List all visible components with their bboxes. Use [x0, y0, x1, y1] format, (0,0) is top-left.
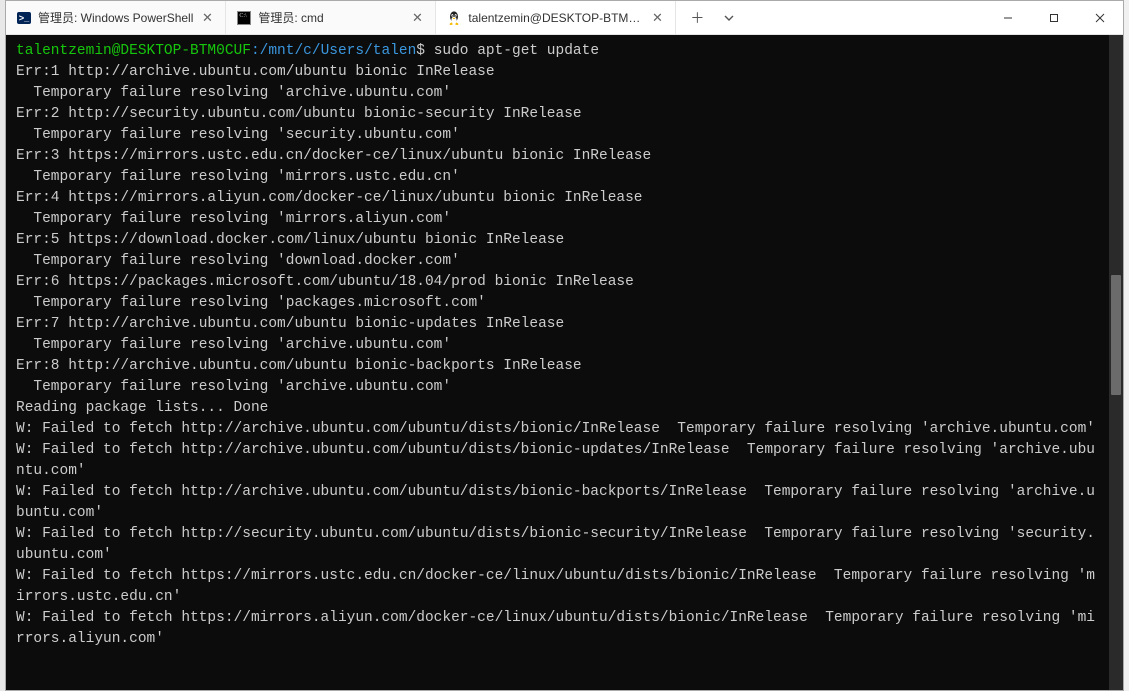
output-line: Err:1 http://archive.ubuntu.com/ubuntu b…: [16, 62, 1103, 83]
output-line: Temporary failure resolving 'archive.ubu…: [16, 335, 1103, 356]
tab-label: talentzemin@DESKTOP-BTM0CUF: /mnt/c/User…: [468, 11, 643, 25]
cmd-icon: [236, 10, 252, 26]
close-icon[interactable]: ✕: [199, 10, 215, 26]
output-line: W: Failed to fetch http://archive.ubuntu…: [16, 419, 1103, 440]
tab-cmd[interactable]: 管理员: cmd ✕: [226, 1, 436, 34]
tab-label: 管理员: cmd: [258, 9, 403, 26]
output-line: Temporary failure resolving 'mirrors.ust…: [16, 167, 1103, 188]
titlebar-drag-area[interactable]: [750, 1, 985, 34]
output-line: Err:6 https://packages.microsoft.com/ubu…: [16, 272, 1103, 293]
titlebar[interactable]: >_ 管理员: Windows PowerShell ✕ 管理员: cmd ✕ …: [6, 1, 1123, 35]
terminal-output[interactable]: talentzemin@DESKTOP-BTM0CUF:/mnt/c/Users…: [6, 35, 1109, 690]
prompt-sigil: $: [416, 43, 433, 59]
output-line: Err:4 https://mirrors.aliyun.com/docker-…: [16, 188, 1103, 209]
tab-powershell[interactable]: >_ 管理员: Windows PowerShell ✕: [6, 1, 226, 34]
output-line: W: Failed to fetch http://archive.ubuntu…: [16, 440, 1103, 482]
output-line: Temporary failure resolving 'archive.ubu…: [16, 83, 1103, 104]
window-controls: [985, 1, 1123, 34]
output-line: Err:3 https://mirrors.ustc.edu.cn/docker…: [16, 146, 1103, 167]
output-line: Reading package lists... Done: [16, 398, 1103, 419]
powershell-icon: >_: [16, 10, 32, 26]
terminal-area: talentzemin@DESKTOP-BTM0CUF:/mnt/c/Users…: [6, 35, 1123, 690]
output-line: Err:5 https://download.docker.com/linux/…: [16, 230, 1103, 251]
tab-wsl[interactable]: talentzemin@DESKTOP-BTM0CUF: /mnt/c/User…: [436, 1, 676, 34]
output-line: W: Failed to fetch https://mirrors.aliyu…: [16, 608, 1103, 650]
prompt-user: talentzemin@DESKTOP-BTM0CUF: [16, 43, 251, 59]
close-icon[interactable]: ✕: [649, 10, 665, 26]
output-line: Temporary failure resolving 'download.do…: [16, 251, 1103, 272]
output-line: Err:2 http://security.ubuntu.com/ubuntu …: [16, 104, 1103, 125]
output-line: Temporary failure resolving 'packages.mi…: [16, 293, 1103, 314]
tab-dropdown-button[interactable]: [714, 3, 744, 33]
command-text: sudo apt-get update: [434, 43, 599, 59]
scrollbar-vertical[interactable]: [1109, 35, 1123, 690]
newtab-area: ＋: [676, 1, 750, 34]
output-line: W: Failed to fetch https://mirrors.ustc.…: [16, 566, 1103, 608]
terminal-window: >_ 管理员: Windows PowerShell ✕ 管理员: cmd ✕ …: [5, 0, 1124, 691]
output-line: Err:8 http://archive.ubuntu.com/ubuntu b…: [16, 356, 1103, 377]
scrollbar-thumb[interactable]: [1111, 275, 1121, 395]
tux-icon: [446, 10, 462, 26]
maximize-button[interactable]: [1031, 1, 1077, 35]
output-line: Temporary failure resolving 'mirrors.ali…: [16, 209, 1103, 230]
output-line: Err:7 http://archive.ubuntu.com/ubuntu b…: [16, 314, 1103, 335]
output-line: Temporary failure resolving 'archive.ubu…: [16, 377, 1103, 398]
output-line: Temporary failure resolving 'security.ub…: [16, 125, 1103, 146]
close-window-button[interactable]: [1077, 1, 1123, 35]
close-icon[interactable]: ✕: [409, 10, 425, 26]
tab-label: 管理员: Windows PowerShell: [38, 9, 193, 26]
output-line: W: Failed to fetch http://archive.ubuntu…: [16, 482, 1103, 524]
output-line: W: Failed to fetch http://security.ubunt…: [16, 524, 1103, 566]
minimize-button[interactable]: [985, 1, 1031, 35]
prompt-path: :/mnt/c/Users/talen: [251, 43, 416, 59]
tab-strip: >_ 管理员: Windows PowerShell ✕ 管理员: cmd ✕ …: [6, 1, 676, 34]
new-tab-button[interactable]: ＋: [682, 3, 712, 33]
